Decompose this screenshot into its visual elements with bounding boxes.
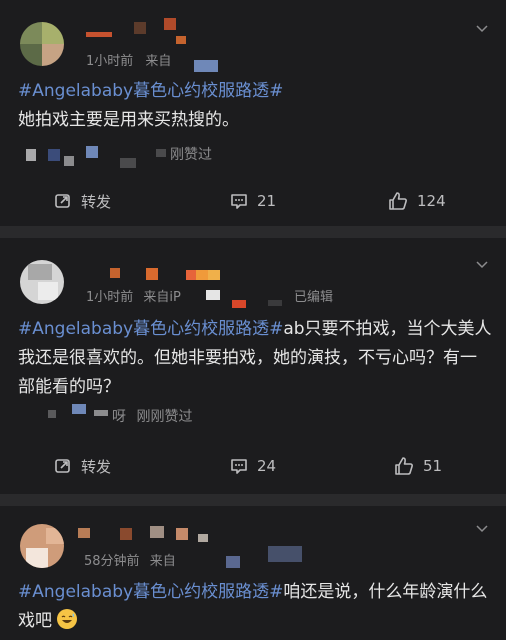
like-thumb-icon [389, 192, 407, 210]
comment-icon [231, 194, 247, 209]
action-bar: 转发 21 124 [0, 186, 506, 216]
hashtag-link[interactable]: #Angelababy暮色心约校服路透# [18, 81, 283, 101]
comment-body: #Angelababy暮色心约校服路透#ab只要不拍戏，当个大美人我还是很喜欢的… [18, 315, 492, 402]
liked-status: 刚刚赞过 [136, 409, 193, 425]
repost-button[interactable]: 转发 [54, 451, 111, 481]
post-source: 来自 [145, 54, 172, 69]
repost-label: 转发 [81, 192, 112, 211]
grinning-sweat-emoji-icon [57, 609, 78, 629]
comment-body: #Angelababy暮色心约校服路透# 她拍戏主要是用来买热搜的。 [18, 77, 492, 135]
hashtag-link[interactable]: #Angelababy暮色心约校服路透# [18, 319, 283, 339]
like-thumb-icon [395, 457, 413, 475]
chevron-down-icon[interactable] [476, 22, 488, 34]
repost-button[interactable]: 转发 [54, 186, 111, 216]
comment-body: #Angelababy暮色心约校服路透#咱还是说，什么年龄演什么戏吧 [18, 578, 492, 636]
post-source: 来自iP [143, 290, 181, 305]
chevron-down-icon[interactable] [476, 522, 488, 534]
post-source: 来自 [149, 554, 176, 569]
repost-label: 转发 [81, 457, 112, 476]
like-count: 124 [417, 192, 446, 210]
edited-label: 已编辑 [294, 290, 334, 305]
repost-icon [55, 194, 70, 208]
post-time: 58分钟前 [84, 554, 140, 569]
avatar[interactable] [20, 260, 64, 304]
comment-card: 1小时前 来自 #Angelababy暮色心约校服路透# 她拍戏主要是用来买热搜… [0, 0, 506, 226]
like-count: 51 [423, 457, 443, 475]
comment-text: 她拍戏主要是用来买热搜的。 [18, 110, 239, 130]
comment-card: 58分钟前 来自 #Angelababy暮色心约校服路透#咱还是说，什么年龄演什… [0, 506, 506, 640]
comment-count: 24 [257, 457, 277, 475]
avatar[interactable] [20, 524, 64, 568]
liked-status: 刚赞过 [170, 147, 212, 163]
hashtag-link[interactable]: #Angelababy暮色心约校服路透# [18, 582, 283, 602]
comment-button[interactable]: 21 [230, 186, 276, 216]
comment-icon [231, 459, 247, 474]
like-button[interactable]: 51 [394, 451, 442, 481]
post-time: 1小时前 [86, 290, 134, 305]
liked-user-partial: 呀 [112, 409, 126, 425]
chevron-down-icon[interactable] [476, 258, 488, 270]
comment-count: 21 [257, 192, 277, 210]
post-time: 1小时前 [86, 54, 134, 69]
repost-icon [55, 459, 70, 473]
comment-card: 1小时前 来自iP 已编辑 #Angelababy暮色心约校服路透#ab只要不拍… [0, 238, 506, 494]
action-bar: 转发 24 51 [0, 451, 506, 481]
avatar[interactable] [20, 22, 64, 66]
comment-button[interactable]: 24 [230, 451, 276, 481]
redacted-block [194, 60, 218, 72]
like-button[interactable]: 124 [388, 186, 446, 216]
redacted-block [226, 556, 240, 568]
